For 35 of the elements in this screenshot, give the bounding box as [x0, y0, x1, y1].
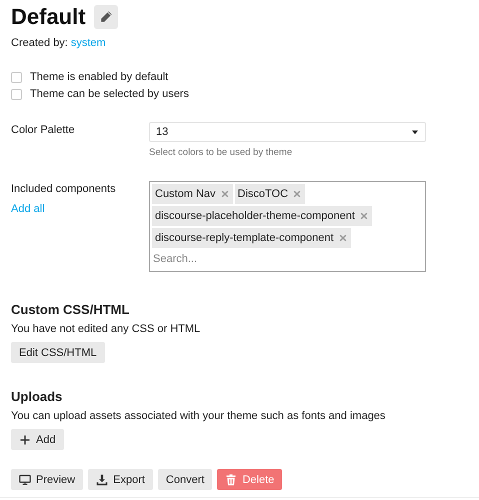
- hint-text: Select colors to be used by theme: [149, 147, 294, 158]
- field-label: Color Palette: [11, 123, 76, 136]
- field-label: Included components: [11, 182, 117, 195]
- remove-icon: [293, 190, 302, 198]
- download-icon: [96, 474, 108, 486]
- component-tag[interactable]: discourse-placeholder-theme-component: [152, 206, 372, 226]
- section-heading: Custom CSS/HTML: [11, 302, 130, 317]
- checkbox-label: Theme is enabled by default: [30, 71, 168, 83]
- edit-css-button[interactable]: Edit CSS/HTML: [11, 342, 105, 363]
- palette-dropdown[interactable]: 13: [149, 122, 426, 142]
- section-heading: Uploads: [11, 389, 64, 404]
- component-tag[interactable]: Custom Nav: [152, 184, 233, 204]
- remove-icon: [360, 212, 368, 220]
- created-by-label: Created by:: [11, 37, 68, 49]
- page-title: Default: [11, 4, 86, 30]
- pencil-icon: [98, 10, 113, 24]
- edit-button[interactable]: [94, 5, 118, 29]
- preview-button[interactable]: Preview: [11, 469, 84, 490]
- monitor-icon: [19, 474, 31, 486]
- remove-icon: [338, 234, 347, 242]
- convert-button[interactable]: Convert: [158, 469, 212, 490]
- component-tag[interactable]: discourse-reply-template-component: [152, 228, 351, 248]
- trash-icon: [225, 474, 238, 486]
- component-tag[interactable]: DiscoTOC: [234, 184, 306, 204]
- export-button[interactable]: Export: [88, 469, 153, 490]
- section-text: You can upload assets associated with your theme such as fonts and images: [11, 410, 386, 422]
- caret-icon: [411, 129, 419, 135]
- checkbox-label: Theme can be selected by users: [30, 88, 189, 100]
- section-text: You have not edited any CSS or HTML: [11, 323, 202, 335]
- checkbox[interactable]: [11, 88, 22, 100]
- plus-icon: [19, 434, 31, 446]
- components-field[interactable]: Custom Nav DiscoTOC discourse-placeholder-theme-component discourse-reply-template-component Search...: [149, 181, 426, 272]
- remove-icon: [220, 190, 229, 198]
- checkbox[interactable]: [11, 72, 22, 82]
- add-button[interactable]: Add: [11, 429, 64, 450]
